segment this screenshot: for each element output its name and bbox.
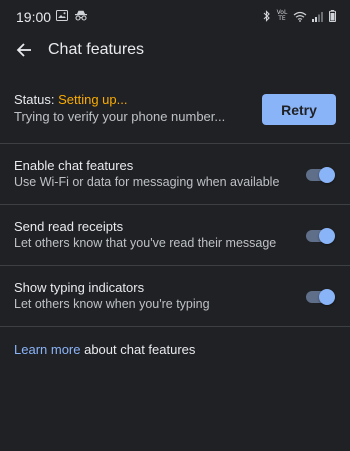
setting-title: Enable chat features	[14, 158, 134, 173]
setting-title: Send read receipts	[14, 219, 124, 234]
signal-icon	[312, 11, 324, 22]
divider	[0, 326, 350, 327]
toggle-thumb	[319, 289, 335, 305]
wifi-icon	[293, 11, 307, 22]
arrow-back-icon	[16, 42, 32, 63]
learn-more-suffix: about chat features	[80, 342, 196, 357]
learn-more-link[interactable]: Learn more	[14, 342, 80, 357]
status-value: Setting up...	[58, 92, 128, 107]
back-button[interactable]	[8, 38, 40, 66]
toggle-thumb	[319, 167, 335, 183]
setting-subtitle: Let others know that you've read their m…	[14, 236, 277, 250]
learn-more-text: Learn more about chat features	[14, 342, 195, 357]
network-label: VoLTE	[276, 9, 288, 22]
registration-status: Status: Setting up... Trying to verify y…	[0, 78, 350, 142]
app-bar: Chat features	[0, 34, 350, 68]
toggle-thumb	[319, 228, 335, 244]
show-typing-indicators-toggle[interactable]	[306, 289, 335, 305]
status-bar: 19:00 VoLTE	[0, 0, 350, 34]
setting-send-read-receipts[interactable]: Send read receipts Let others know that …	[0, 205, 350, 266]
gallery-icon	[56, 10, 68, 21]
battery-icon	[329, 10, 336, 22]
status-label: Status:	[14, 92, 55, 107]
send-read-receipts-toggle[interactable]	[306, 228, 335, 244]
incognito-icon	[74, 10, 88, 21]
bluetooth-icon	[263, 10, 271, 22]
status-bar-time: 19:00	[16, 9, 52, 25]
status-description: Trying to verify your phone number...	[14, 109, 226, 124]
retry-button[interactable]: Retry	[262, 94, 336, 125]
setting-subtitle: Use Wi-Fi or data for messaging when ava…	[14, 175, 280, 189]
status-line: Status: Setting up...	[14, 92, 127, 107]
enable-chat-features-toggle[interactable]	[306, 167, 335, 183]
setting-subtitle: Let others know when you're typing	[14, 297, 210, 311]
setting-title: Show typing indicators	[14, 280, 145, 295]
page-title: Chat features	[48, 41, 145, 58]
setting-enable-chat-features[interactable]: Enable chat features Use Wi-Fi or data f…	[0, 144, 350, 205]
setting-show-typing-indicators[interactable]: Show typing indicators Let others know w…	[0, 266, 350, 327]
volte-icon: VoLTE	[276, 10, 288, 22]
